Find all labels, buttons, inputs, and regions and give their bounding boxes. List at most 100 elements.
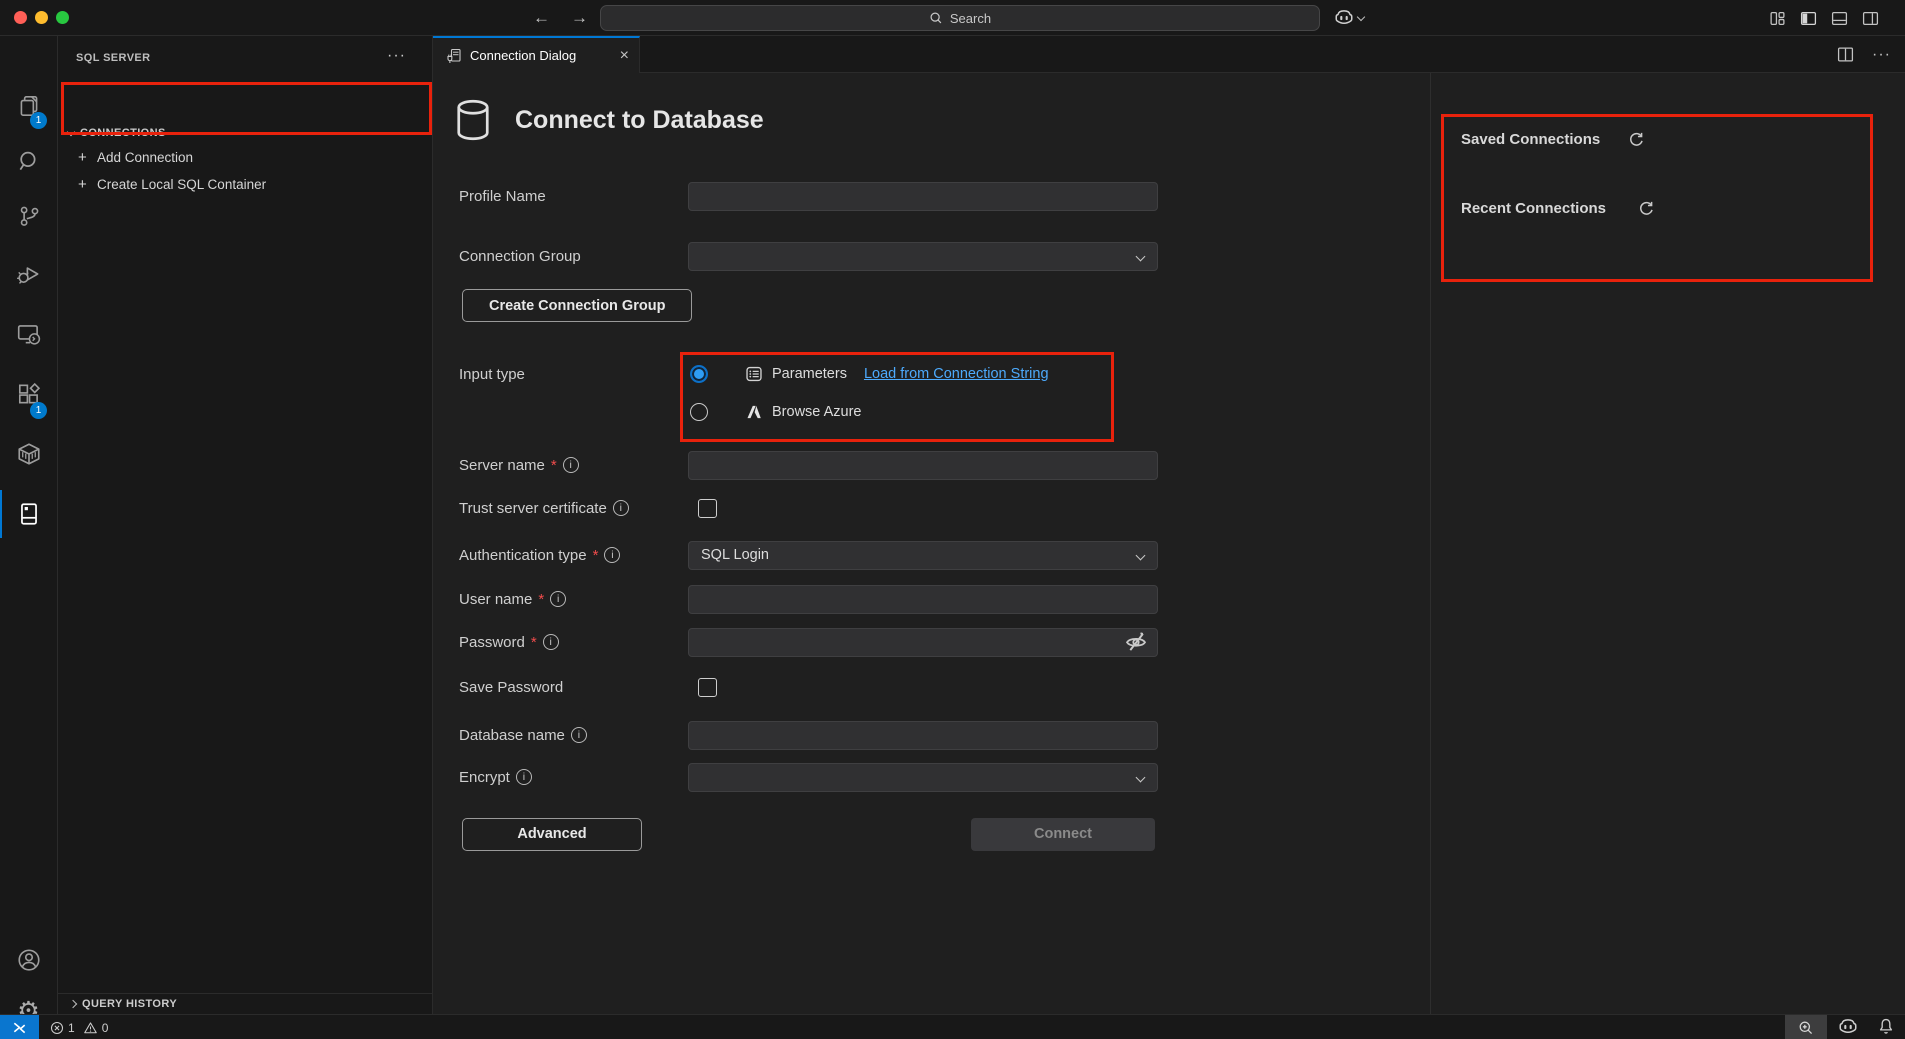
info-icon[interactable]: i (563, 457, 579, 473)
chevron-down-icon (1357, 12, 1365, 20)
search-placeholder: Search (950, 11, 991, 26)
sidebar-title-row: SQL SERVER (58, 36, 432, 80)
connection-dialog-webview: Connect to Database Profile Name Connect… (433, 73, 1905, 1014)
info-icon[interactable]: i (550, 591, 566, 607)
plus-icon: + (78, 176, 97, 193)
recent-connections-header: Recent Connections (1461, 194, 1655, 222)
tab-close-icon[interactable]: × (620, 48, 629, 64)
errors-count: 1 (68, 1021, 75, 1035)
maximize-window-button[interactable] (56, 11, 69, 24)
info-icon[interactable]: i (613, 500, 629, 516)
server-name-row: Server name * i (459, 450, 1159, 480)
profile-name-input[interactable] (688, 182, 1158, 211)
connection-dialog-tab-icon (446, 48, 462, 64)
warnings-icon (83, 1021, 98, 1035)
advanced-button[interactable]: Advanced (462, 818, 642, 851)
copilot-status-icon[interactable] (1838, 1017, 1858, 1037)
input-type-block: Input type Parameters Load from Connecti… (459, 352, 1159, 429)
toggle-secondary-sidebar-icon[interactable] (1862, 10, 1879, 27)
encrypt-select[interactable] (688, 763, 1158, 792)
authentication-type-select[interactable]: SQL Login (688, 541, 1158, 570)
save-password-checkbox[interactable] (698, 678, 717, 697)
query-history-section-header[interactable]: QUERY HISTORY (58, 993, 432, 1014)
connection-group-select[interactable] (688, 242, 1158, 271)
save-password-label: Save Password (459, 679, 563, 696)
status-bar: 1 0 (0, 1014, 1905, 1039)
toggle-password-visibility-icon[interactable] (1124, 630, 1148, 654)
notifications-bell-icon[interactable] (1877, 1017, 1895, 1036)
activity-bar: 1 1 ⚙ (0, 36, 58, 1014)
toggle-primary-sidebar-icon[interactable] (1800, 10, 1817, 27)
search-sidebar-icon[interactable] (16, 148, 42, 174)
zoom-status-item[interactable] (1785, 1015, 1827, 1039)
problems-status[interactable]: 1 0 (50, 1015, 108, 1039)
authentication-type-value: SQL Login (701, 547, 769, 563)
sql-server-icon[interactable] (16, 501, 42, 527)
tab-connection-dialog[interactable]: Connection Dialog × (433, 36, 640, 73)
remote-explorer-icon[interactable] (16, 321, 42, 347)
chevron-down-icon (1136, 772, 1146, 782)
sidebar-item-add-connection[interactable]: + Add Connection (58, 144, 432, 171)
tab-bar: Connection Dialog × ··· (433, 36, 1905, 73)
connections-section-label: CONNECTIONS (80, 127, 166, 139)
input-type-option-browse-azure[interactable]: Browse Azure (688, 395, 1049, 429)
accounts-icon[interactable] (16, 947, 42, 973)
minimize-window-button[interactable] (35, 11, 48, 24)
info-icon[interactable]: i (604, 547, 620, 563)
connect-button[interactable]: Connect (971, 818, 1155, 851)
encrypt-row: Encrypt i (459, 762, 1159, 792)
form-buttons-row: Advanced Connect (459, 817, 1159, 851)
save-password-row: Save Password (459, 672, 1159, 702)
create-connection-group-button[interactable]: Create Connection Group (462, 289, 692, 322)
password-input[interactable] (688, 628, 1158, 657)
refresh-icon[interactable] (1638, 200, 1655, 217)
password-label: Password (459, 634, 525, 651)
run-debug-icon[interactable] (16, 261, 42, 287)
parameters-icon (745, 365, 763, 383)
server-name-label: Server name (459, 457, 545, 474)
info-icon[interactable]: i (543, 634, 559, 650)
customize-layout-icon[interactable] (1769, 10, 1786, 27)
input-type-label: Input type (459, 366, 525, 383)
explorer-badge: 1 (30, 112, 47, 129)
profile-name-row: Profile Name (459, 181, 1159, 211)
connection-group-row: Connection Group (459, 241, 1159, 271)
container-tools-icon[interactable] (16, 441, 42, 467)
command-center-search[interactable]: Search (600, 5, 1320, 31)
sidebar-item-create-local-sql-container[interactable]: + Create Local SQL Container (58, 171, 432, 198)
right-panel-divider (1430, 73, 1431, 1014)
editor-group: Connection Dialog × ··· Connect to Datab… (433, 36, 1905, 1014)
info-icon[interactable]: i (571, 727, 587, 743)
sidebar-more-actions-icon[interactable]: ··· (387, 47, 406, 65)
saved-connections-label: Saved Connections (1461, 131, 1600, 148)
required-asterisk: * (593, 547, 599, 564)
source-control-icon[interactable] (16, 203, 42, 229)
remote-indicator[interactable] (0, 1015, 39, 1039)
load-from-connection-string-link[interactable]: Load from Connection String (864, 366, 1049, 382)
refresh-icon[interactable] (1628, 131, 1645, 148)
sidebar-title: SQL SERVER (76, 52, 151, 64)
required-asterisk: * (551, 457, 557, 474)
password-row: Password * i (459, 627, 1159, 657)
server-name-input[interactable] (688, 451, 1158, 480)
database-name-row: Database name i (459, 720, 1159, 750)
recent-connections-label: Recent Connections (1461, 200, 1606, 217)
editor-more-actions-icon[interactable]: ··· (1872, 46, 1891, 64)
radio-unselected-icon[interactable] (690, 403, 708, 421)
split-editor-icon[interactable] (1837, 46, 1854, 63)
dialog-title: Connect to Database (515, 106, 764, 135)
connections-section-header[interactable]: CONNECTIONS (58, 122, 432, 144)
toggle-panel-icon[interactable] (1831, 10, 1848, 27)
info-icon[interactable]: i (516, 769, 532, 785)
trust-certificate-checkbox[interactable] (698, 499, 717, 518)
chevron-down-icon (1136, 550, 1146, 560)
copilot-menu[interactable] (1334, 8, 1364, 28)
radio-selected-icon[interactable] (690, 365, 708, 383)
navigate-back-icon[interactable]: ← (533, 0, 550, 36)
navigate-forward-icon[interactable]: → (571, 0, 588, 36)
create-group-row: Create Connection Group (459, 289, 1159, 322)
database-name-input[interactable] (688, 721, 1158, 750)
input-type-option-parameters[interactable]: Parameters Load from Connection String (688, 357, 1049, 391)
close-window-button[interactable] (14, 11, 27, 24)
user-name-input[interactable] (688, 585, 1158, 614)
